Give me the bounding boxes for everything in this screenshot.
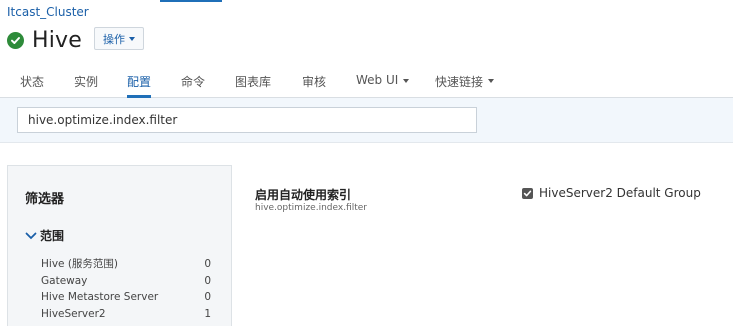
filter-panel: 筛选器 范围 Hive (服务范围) 0 Gateway 0 Hive Meta… <box>7 165 232 326</box>
tab-label: 审核 <box>302 75 327 89</box>
tab-instances[interactable]: 实例 <box>74 73 98 98</box>
tab-web-ui[interactable]: Web UI <box>356 73 410 98</box>
tab-label: 配置 <box>127 75 152 89</box>
scope-item-gateway[interactable]: Gateway 0 <box>41 273 211 290</box>
property-key: hive.optimize.index.filter <box>255 203 367 213</box>
config-search-band <box>0 98 733 143</box>
tab-label: 图表库 <box>235 75 272 89</box>
tab-label: 命令 <box>181 75 206 89</box>
tab-charts-library[interactable]: 图表库 <box>235 73 271 98</box>
tab-label: 状态 <box>20 75 45 89</box>
tab-audits[interactable]: 审核 <box>302 73 326 98</box>
role-group-checkbox-row[interactable]: HiveServer2 Default Group <box>522 186 701 200</box>
chevron-down-icon <box>403 79 410 83</box>
role-group-label: HiveServer2 Default Group <box>539 186 701 200</box>
filter-title: 筛选器 <box>25 192 65 207</box>
checkbox-checked-icon[interactable] <box>522 187 533 199</box>
property-display-name: 启用自动使用索引 <box>255 188 352 202</box>
chevron-down-icon <box>129 36 135 41</box>
scope-item-hiveserver2[interactable]: HiveServer2 1 <box>41 306 211 323</box>
actions-dropdown-button[interactable]: 操作 <box>94 27 144 50</box>
scope-item-label: Gateway <box>41 274 88 287</box>
chevron-down-icon <box>25 232 37 239</box>
scope-item-count: 0 <box>204 258 211 270</box>
top-accent-bar <box>160 0 222 2</box>
scope-item-hive-service[interactable]: Hive (服务范围) 0 <box>41 256 211 273</box>
scope-item-count: 1 <box>204 307 211 320</box>
scope-label: 范围 <box>40 229 65 243</box>
status-ok-icon <box>7 31 24 49</box>
tab-commands[interactable]: 命令 <box>181 73 205 98</box>
config-search-input[interactable] <box>17 107 477 133</box>
chevron-down-icon <box>488 79 495 83</box>
cluster-breadcrumb-link[interactable]: Itcast_Cluster <box>7 5 89 19</box>
actions-label: 操作 <box>103 32 125 46</box>
service-header: Hive <box>7 27 82 53</box>
scope-list: Hive (服务范围) 0 Gateway 0 Hive Metastore S… <box>41 256 211 322</box>
scope-item-label: Hive (服务范围) <box>41 258 119 270</box>
tab-configuration[interactable]: 配置 <box>127 73 152 98</box>
scope-item-count: 0 <box>204 291 211 303</box>
tab-label: 快速链接 <box>435 75 484 89</box>
scope-item-label: Hive Metastore Server <box>41 291 159 303</box>
scope-section-toggle[interactable]: 范围 <box>25 227 64 244</box>
service-title: Hive <box>32 27 83 53</box>
tab-label: Web UI <box>356 73 399 87</box>
service-tabs: 状态 实例 配置 命令 图表库 审核 Web UI 快速链接 <box>0 66 733 98</box>
scope-item-hive-metastore[interactable]: Hive Metastore Server 0 <box>41 289 211 306</box>
tab-status[interactable]: 状态 <box>20 73 44 98</box>
tab-quick-links[interactable]: 快速链接 <box>435 73 495 98</box>
tab-label: 实例 <box>74 75 99 89</box>
scope-item-label: HiveServer2 <box>41 307 106 320</box>
scope-item-count: 0 <box>204 274 211 287</box>
